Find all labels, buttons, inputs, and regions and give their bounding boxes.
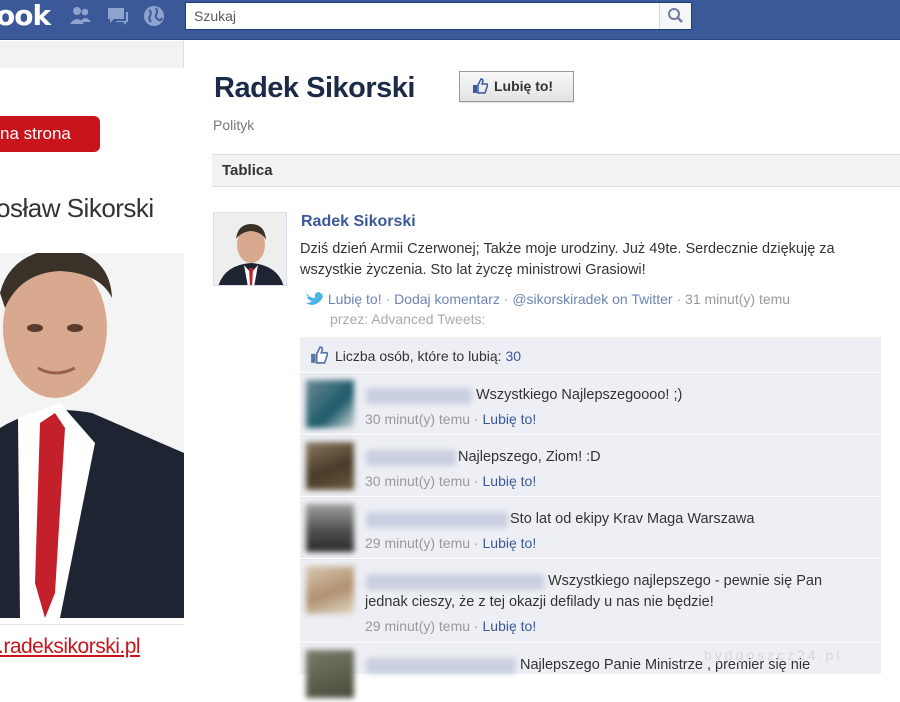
comment-author-name-blurred[interactable] xyxy=(366,388,472,404)
search-box xyxy=(185,2,692,30)
search-input[interactable] xyxy=(186,3,656,29)
comment-text: Sto lat od ekipy Krav Maga Warszawa xyxy=(510,511,755,527)
comment-meta: 29 minut(y) temu · Lubię to! xyxy=(365,535,536,551)
comment-item: Wszystkiego najlepszego - pewnie się Pan… xyxy=(300,559,881,643)
comment-like-link[interactable]: Lubię to! xyxy=(483,411,537,427)
comment-item: Najlepszego, Ziom! :D 30 minut(y) temu ·… xyxy=(300,435,881,497)
tab-wall[interactable]: Tablica xyxy=(222,162,273,179)
comment-timestamp: 30 minut(y) temu xyxy=(365,473,471,489)
tab-bar: Tablica xyxy=(212,154,900,187)
separator-dot: · xyxy=(473,535,479,551)
separator-dot: · xyxy=(473,618,479,634)
separator-dot: · xyxy=(473,473,479,489)
thumbs-up-icon xyxy=(473,78,488,94)
comment-avatar[interactable] xyxy=(306,504,354,552)
comment-avatar[interactable] xyxy=(306,380,354,428)
watermark: bydgoszcz24.pl xyxy=(704,647,843,663)
profile-picture-banner[interactable]: na strona osław Sikorski .radeksikorski.… xyxy=(0,68,184,702)
banner-website-link[interactable]: .radeksikorski.pl xyxy=(0,635,141,659)
separator-dot: · xyxy=(676,291,682,307)
separator-dot: · xyxy=(503,291,509,307)
separator-dot: · xyxy=(473,411,479,427)
comment-author-name-blurred[interactable] xyxy=(366,512,508,528)
comment-meta: 30 minut(y) temu · Lubię to! xyxy=(365,473,536,489)
banner-name: osław Sikorski xyxy=(0,193,154,223)
page-category: Polityk xyxy=(213,117,255,133)
post-via: przez: Advanced Tweets: xyxy=(330,311,486,327)
comment-item: Wszystkiego Najlepszegoooo! ;) 30 minut(… xyxy=(300,373,881,435)
comment-like-link[interactable]: Lubię to! xyxy=(483,535,537,551)
comment-text: Wszystkiego Najlepszegoooo! ;) xyxy=(476,387,683,403)
post-comment-link[interactable]: Dodaj komentarz xyxy=(394,291,500,307)
comment-author-name-blurred[interactable] xyxy=(366,574,544,590)
comment-item: Sto lat od ekipy Krav Maga Warszawa 29 m… xyxy=(300,497,881,559)
comment-avatar[interactable] xyxy=(306,442,354,490)
comment-author-name-blurred[interactable] xyxy=(366,450,456,466)
comment-text: Najlepszego, Ziom! :D xyxy=(458,449,601,465)
likes-summary-row: Liczba osób, które to lubią: 30 xyxy=(300,337,881,373)
like-page-label: Lubię to! xyxy=(494,78,554,94)
post-like-link[interactable]: Lubię to! xyxy=(328,291,382,307)
banner-footer: .radeksikorski.pl xyxy=(0,624,184,702)
comment-text-line2: jednak cieszy, że z tej okazji defilady … xyxy=(365,594,714,610)
page-title[interactable]: Radek Sikorski xyxy=(214,72,415,105)
thumbs-up-icon xyxy=(311,346,328,364)
twitter-bird-icon xyxy=(306,292,323,305)
comment-meta: 29 minut(y) temu · Lubię to! xyxy=(365,618,536,634)
post-text: Dziś dzień Armii Czerwonej; Także moje u… xyxy=(300,241,835,278)
post-timestamp: 31 minut(y) temu xyxy=(685,291,791,307)
comment-timestamp: 29 minut(y) temu xyxy=(365,535,471,551)
like-page-button[interactable]: Lubię to! xyxy=(459,71,574,102)
banner-homepage-button: na strona xyxy=(0,116,100,152)
top-bar: ook xyxy=(0,0,900,40)
post-author-avatar[interactable] xyxy=(213,212,287,286)
likes-summary-label: Liczba osób, które to lubią: xyxy=(335,348,502,364)
comment-timestamp: 30 minut(y) temu xyxy=(365,411,471,427)
search-button[interactable] xyxy=(659,3,691,29)
post-feedback: Liczba osób, które to lubią: 30 Wszystki… xyxy=(300,337,881,698)
post-author-name[interactable]: Radek Sikorski xyxy=(301,213,416,231)
post-twitter-link[interactable]: @sikorskiradek on Twitter xyxy=(512,291,672,307)
facebook-logo[interactable]: ook xyxy=(0,0,51,32)
separator-dot: · xyxy=(385,291,391,307)
likes-summary-text: Liczba osób, które to lubią: 30 xyxy=(335,348,521,364)
comment-avatar[interactable] xyxy=(306,650,354,698)
comment-meta: 30 minut(y) temu · Lubię to! xyxy=(365,411,536,427)
comment-timestamp: 29 minut(y) temu xyxy=(365,618,471,634)
portrait-photo xyxy=(0,253,184,618)
left-profile-column: na strona osław Sikorski .radeksikorski.… xyxy=(0,41,184,702)
comment-text-line1: Wszystkiego najlepszego - pewnie się Pan xyxy=(548,573,823,589)
post-actions: Lubię to! · Dodaj komentarz · @sikorskir… xyxy=(304,289,884,310)
messages-icon[interactable] xyxy=(105,5,131,27)
comment-author-name-blurred[interactable] xyxy=(366,658,516,674)
search-icon xyxy=(668,8,683,23)
likes-count-link[interactable]: 30 xyxy=(505,348,521,364)
comment-avatar[interactable] xyxy=(306,566,354,614)
notifications-globe-icon[interactable] xyxy=(141,5,167,27)
friend-requests-icon[interactable] xyxy=(68,5,94,27)
comment-like-link[interactable]: Lubię to! xyxy=(483,473,537,489)
comment-like-link[interactable]: Lubię to! xyxy=(483,618,537,634)
